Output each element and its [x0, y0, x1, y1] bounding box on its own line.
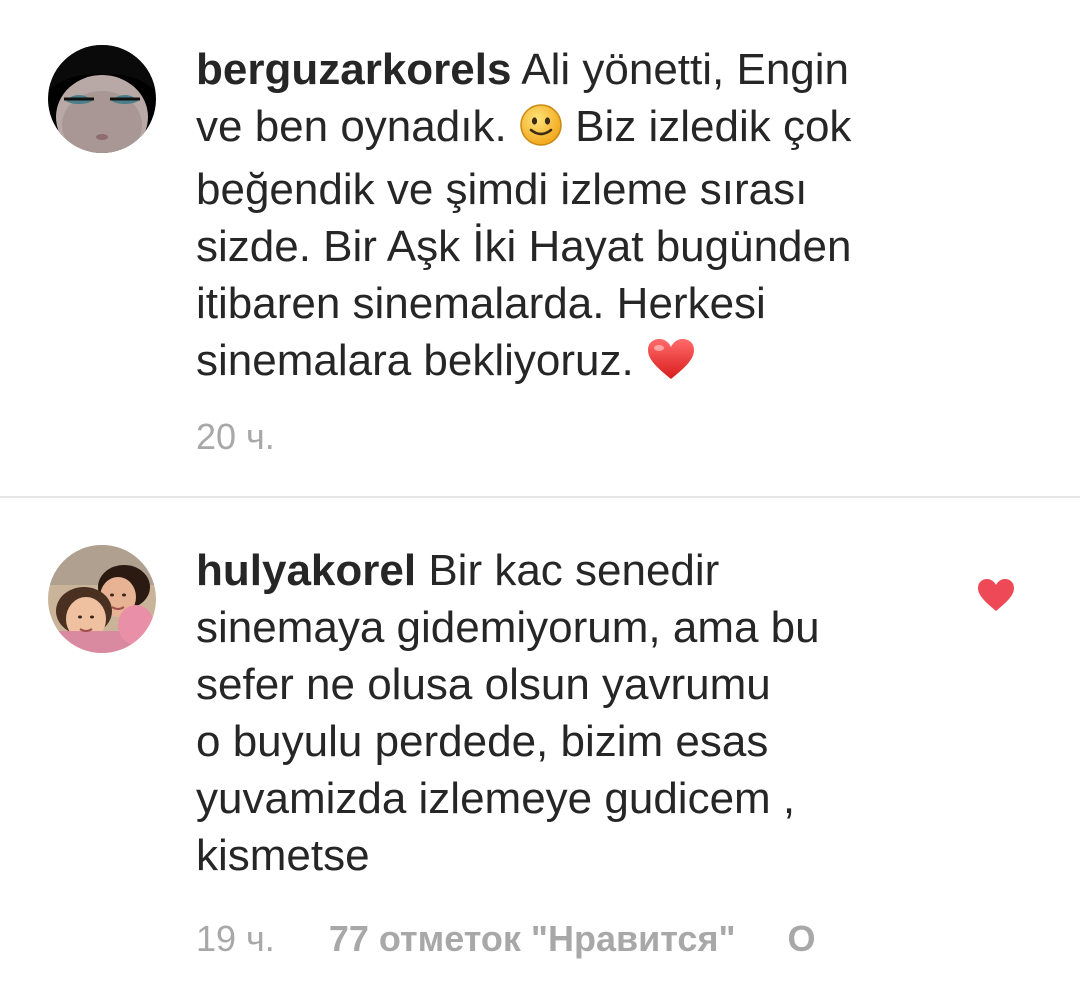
comment-timestamp[interactable]: 19 ч.	[196, 918, 275, 959]
comment-text: berguzarkorels Ali yönetti, Engin ve ben…	[196, 41, 956, 395]
comment-meta: 19 ч. 77 отметок "Нравится" О	[196, 918, 816, 960]
slightly-smiling-face-icon	[519, 103, 563, 161]
two-girls-avatar-image	[48, 545, 156, 653]
comment-text: hulyakorel Bir kac senedir sinemaya gide…	[196, 542, 956, 884]
comment-username[interactable]: berguzarkorels	[196, 45, 511, 94]
comment-meta: 20 ч.	[196, 416, 275, 458]
red-heart-icon	[646, 337, 696, 395]
comment-username[interactable]: hulyakorel	[196, 546, 416, 595]
comment-likes-count[interactable]: 77 отметок "Нравится"	[329, 918, 736, 959]
comment-item: hulyakorel Bir kac senedir sinemaya gide…	[0, 498, 1080, 987]
doll-face-avatar-image	[48, 45, 156, 153]
avatar[interactable]	[48, 45, 156, 153]
comment-timestamp[interactable]: 20 ч.	[196, 416, 275, 457]
reply-button[interactable]: О	[788, 918, 816, 959]
comment-item: berguzarkorels Ali yönetti, Engin ve ben…	[0, 0, 1080, 497]
heart-icon[interactable]	[977, 578, 1015, 612]
avatar[interactable]	[48, 545, 156, 653]
comment-body: Bir kac senedir sinemaya gidemiyorum, am…	[196, 546, 820, 880]
